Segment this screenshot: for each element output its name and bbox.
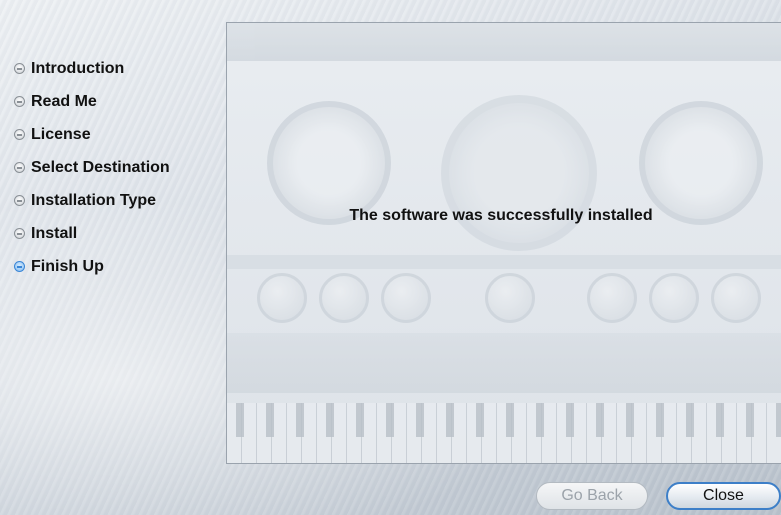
go-back-button[interactable]: Go Back bbox=[536, 482, 648, 510]
step-label: License bbox=[31, 125, 91, 143]
step-label: Installation Type bbox=[31, 191, 157, 209]
step-bullet-icon bbox=[14, 129, 25, 140]
step-bullet-icon bbox=[14, 96, 25, 107]
product-background-image bbox=[227, 23, 781, 463]
installer-steps-sidebar: Introduction Read Me License Select Dest… bbox=[14, 52, 214, 283]
step-introduction: Introduction bbox=[14, 52, 214, 85]
step-label: Introduction bbox=[31, 59, 125, 77]
step-bullet-icon bbox=[14, 228, 25, 239]
step-bullet-icon bbox=[14, 195, 25, 206]
step-bullet-icon bbox=[14, 162, 25, 173]
close-button[interactable]: Close bbox=[666, 482, 781, 510]
step-installation-type: Installation Type bbox=[14, 184, 214, 217]
step-install: Install bbox=[14, 217, 214, 250]
step-label: Select Destination bbox=[31, 158, 170, 176]
step-bullet-icon bbox=[14, 63, 25, 74]
content-panel: The software was successfully installed bbox=[226, 22, 781, 464]
step-read-me: Read Me bbox=[14, 85, 214, 118]
step-license: License bbox=[14, 118, 214, 151]
step-label: Install bbox=[31, 224, 78, 242]
success-message: The software was successfully installed bbox=[349, 207, 653, 224]
step-current-bullet-icon bbox=[14, 261, 25, 272]
step-label: Finish Up bbox=[31, 257, 104, 275]
step-label: Read Me bbox=[31, 92, 97, 110]
step-select-destination: Select Destination bbox=[14, 151, 214, 184]
step-finish-up: Finish Up bbox=[14, 250, 214, 283]
